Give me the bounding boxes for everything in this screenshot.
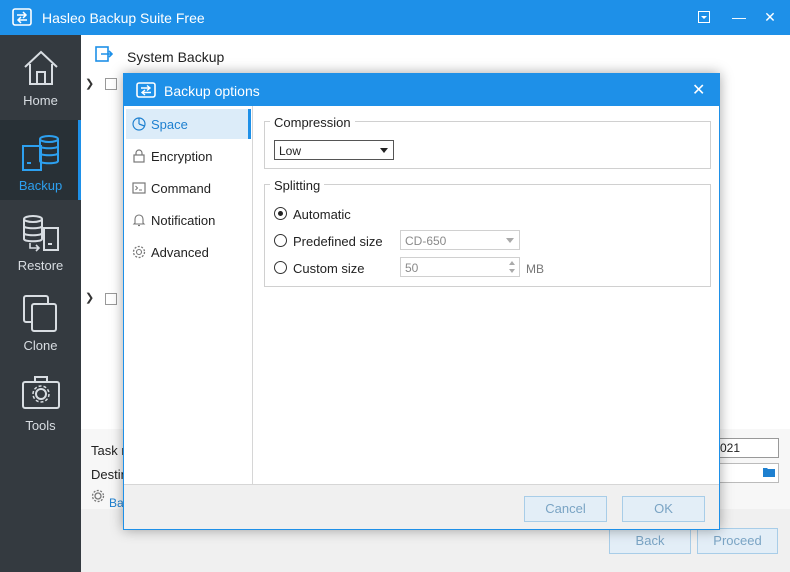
predefined-size-radio[interactable]: [274, 234, 287, 247]
clone-icon: [23, 295, 57, 332]
sidebar-item-label: Backup: [18, 178, 63, 193]
compression-group-title: Compression: [270, 115, 355, 130]
sidebar-item-home[interactable]: Home: [0, 35, 81, 115]
task-name-input[interactable]: 021: [717, 438, 779, 458]
tab-label: Advanced: [151, 245, 209, 260]
custom-size-unit: MB: [526, 262, 544, 276]
tab-space[interactable]: Space: [126, 109, 251, 139]
pie-chart-icon: [132, 117, 146, 131]
compression-value: Low: [279, 144, 302, 158]
custom-size-stepper[interactable]: 50: [400, 257, 520, 277]
custom-size-label: Custom size: [293, 261, 365, 276]
sidebar-item-label: Home: [23, 93, 58, 108]
sidebar-item-clone[interactable]: Clone: [0, 280, 81, 360]
tab-notification[interactable]: Notification: [126, 205, 251, 235]
window-title: Hasleo Backup Suite Free: [42, 10, 205, 26]
disk-checkbox[interactable]: [105, 78, 117, 90]
back-button[interactable]: Back: [609, 528, 691, 554]
home-icon: [24, 50, 58, 85]
tools-icon: [22, 376, 60, 409]
predefined-size-select[interactable]: CD-650: [400, 230, 520, 250]
sidebar-item-restore[interactable]: Restore: [0, 200, 81, 280]
backup-options-dialog: Backup options ✕ Space Encryption Comman…: [123, 73, 720, 530]
ok-button[interactable]: OK: [622, 496, 705, 522]
predefined-size-label: Predefined size: [293, 234, 383, 249]
chevron-down-icon: [506, 238, 514, 243]
expand-chevron-icon[interactable]: ❯: [85, 291, 94, 304]
custom-size-radio[interactable]: [274, 261, 287, 274]
gear-icon: [91, 489, 105, 503]
automatic-radio[interactable]: [274, 207, 287, 220]
destination-input[interactable]: [717, 463, 779, 483]
bell-icon: [132, 214, 146, 227]
cancel-button[interactable]: Cancel: [524, 496, 607, 522]
compression-select[interactable]: Low: [274, 140, 394, 160]
sidebar-item-label: Restore: [17, 258, 64, 273]
spin-up-icon[interactable]: [509, 261, 515, 265]
tab-label: Notification: [151, 213, 216, 228]
automatic-label: Automatic: [293, 207, 351, 222]
dialog-close-button[interactable]: ✕: [692, 80, 705, 100]
backup-options-link[interactable]: Ba: [109, 496, 124, 510]
sidebar: Home Backup Restore Clone Tools: [0, 35, 81, 572]
custom-size-value: 50: [405, 261, 419, 275]
dropdown-box-icon: [698, 11, 710, 23]
folder-icon[interactable]: [762, 466, 776, 478]
sidebar-item-tools[interactable]: Tools: [0, 360, 81, 440]
app-logo-icon: [136, 82, 156, 98]
system-backup-icon: [95, 46, 113, 62]
tab-label: Space: [151, 117, 188, 132]
restore-icon: [23, 215, 59, 252]
content-header: System Backup: [81, 35, 790, 73]
minimize-button[interactable]: —: [727, 6, 751, 28]
page-title: System Backup: [127, 49, 225, 65]
app-logo-icon: [12, 8, 32, 26]
gear-icon: [132, 245, 146, 259]
close-button[interactable]: ✕: [758, 6, 782, 28]
tab-advanced[interactable]: Advanced: [126, 237, 251, 267]
options-nav: Space Encryption Command Notification Ad…: [124, 106, 253, 484]
dialog-title-bar: Backup options ✕: [124, 74, 719, 106]
menu-dropdown-button[interactable]: [692, 6, 716, 28]
splitting-group-title: Splitting: [270, 178, 325, 193]
backup-icon: [22, 135, 59, 171]
proceed-button[interactable]: Proceed: [697, 528, 778, 554]
expand-chevron-icon[interactable]: ❯: [85, 77, 94, 90]
spin-down-icon[interactable]: [509, 269, 515, 273]
predefined-size-value: CD-650: [405, 234, 447, 248]
terminal-icon: [132, 182, 146, 194]
dialog-footer: Cancel OK: [124, 484, 719, 529]
sidebar-item-backup[interactable]: Backup: [0, 120, 81, 200]
task-name-label: Task r: [91, 443, 126, 458]
tab-label: Command: [151, 181, 211, 196]
dialog-title: Backup options: [164, 83, 260, 99]
tab-command[interactable]: Command: [126, 173, 251, 203]
chevron-down-icon: [380, 148, 388, 153]
tab-encryption[interactable]: Encryption: [126, 141, 251, 171]
sidebar-item-label: Clone: [23, 338, 58, 353]
disk-checkbox[interactable]: [105, 293, 117, 305]
lock-icon: [133, 149, 145, 163]
sidebar-item-label: Tools: [25, 418, 56, 433]
title-bar: Hasleo Backup Suite Free — ✕: [0, 0, 790, 35]
tab-label: Encryption: [151, 149, 213, 164]
